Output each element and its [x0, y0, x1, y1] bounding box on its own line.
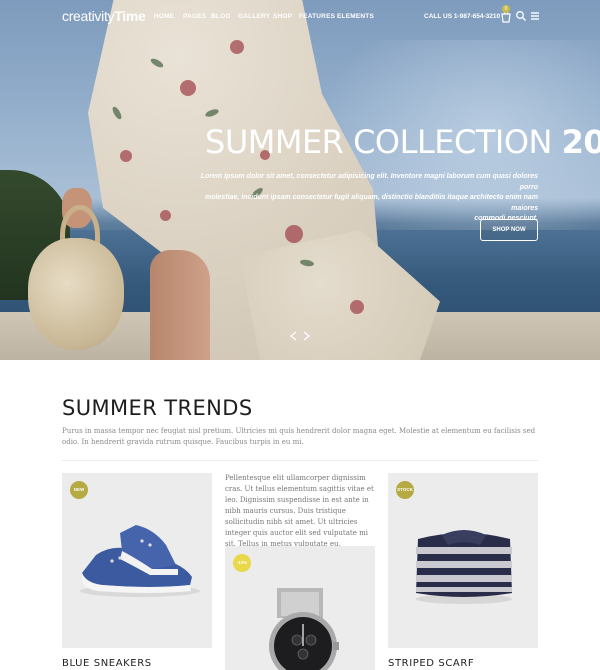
section-description: Purus in massa tempor nec feugiat nisl p… — [62, 427, 536, 446]
sneakers-image — [80, 525, 200, 597]
slider-arrows — [289, 331, 311, 341]
scarf-image — [416, 530, 512, 604]
product-badge: NEW — [70, 481, 88, 499]
product-name[interactable]: STRIPED SCARF — [388, 658, 474, 669]
nav-shop[interactable]: SHOP — [273, 13, 292, 20]
dress-flower — [230, 40, 244, 54]
product-name[interactable]: BLUE SNEAKERS — [62, 658, 152, 669]
next-arrow-icon[interactable] — [303, 331, 311, 341]
hero-leg — [150, 250, 210, 360]
dress-flower — [180, 80, 196, 96]
product-intro-text: Pellentesque elit ullamcorper dignissim … — [225, 474, 374, 548]
menu-icon[interactable] — [529, 9, 541, 23]
nav-elements[interactable]: ELEMENTS — [337, 13, 374, 20]
nav-features[interactable]: FEATURES — [299, 13, 335, 20]
hero-subtitle: Lorem ipsum dolor sit amet, consectetur … — [200, 172, 538, 225]
hero-title-text: SUMMER COLLECTION — [205, 123, 552, 161]
hero-title-year: 2020 — [561, 123, 600, 161]
product-card-sneakers[interactable]: NEW — [62, 473, 212, 648]
nav-blog[interactable]: BLOG — [211, 13, 231, 20]
call-us-text: CALL US 1-987-654-3210 — [424, 13, 501, 20]
section-title: SUMMER TRENDS — [62, 396, 253, 420]
straw-bag — [28, 238, 124, 350]
shop-now-button[interactable]: SHOP NOW — [480, 219, 538, 241]
cart-count-badge: 0 — [502, 5, 510, 13]
hero-banner: SUMMER COLLECTION 2020 Lorem ipsum dolor… — [0, 0, 600, 360]
product-badge: -12% — [233, 554, 251, 572]
logo[interactable]: creativityTime — [62, 8, 146, 24]
search-icon[interactable] — [515, 9, 527, 23]
hero-title: SUMMER COLLECTION 2020 — [205, 123, 600, 161]
dress-flower — [120, 150, 132, 162]
divider — [62, 460, 538, 461]
hero-subtitle-line: Lorem ipsum dolor sit amet, consectetur … — [200, 173, 538, 191]
dress-flower — [160, 210, 171, 221]
logo-part2: Time — [114, 8, 146, 24]
product-card-watch[interactable]: -12% — [225, 546, 375, 670]
product-card-scarf[interactable]: STOCK — [388, 473, 538, 648]
dress-flower — [285, 225, 303, 243]
dress-flower — [350, 300, 364, 314]
top-navbar: creativityTime HOME PAGES BLOG GALLERY S… — [0, 0, 600, 34]
nav-pages[interactable]: PAGES — [183, 13, 206, 20]
hero-subtitle-line: molestiae, incidunt ipsam consectetur fu… — [205, 194, 538, 212]
product-badge: STOCK — [396, 481, 414, 499]
nav-home[interactable]: HOME — [154, 13, 174, 20]
logo-part1: creativity — [62, 8, 115, 24]
nav-gallery[interactable]: GALLERY — [238, 13, 270, 20]
prev-arrow-icon[interactable] — [289, 331, 297, 341]
